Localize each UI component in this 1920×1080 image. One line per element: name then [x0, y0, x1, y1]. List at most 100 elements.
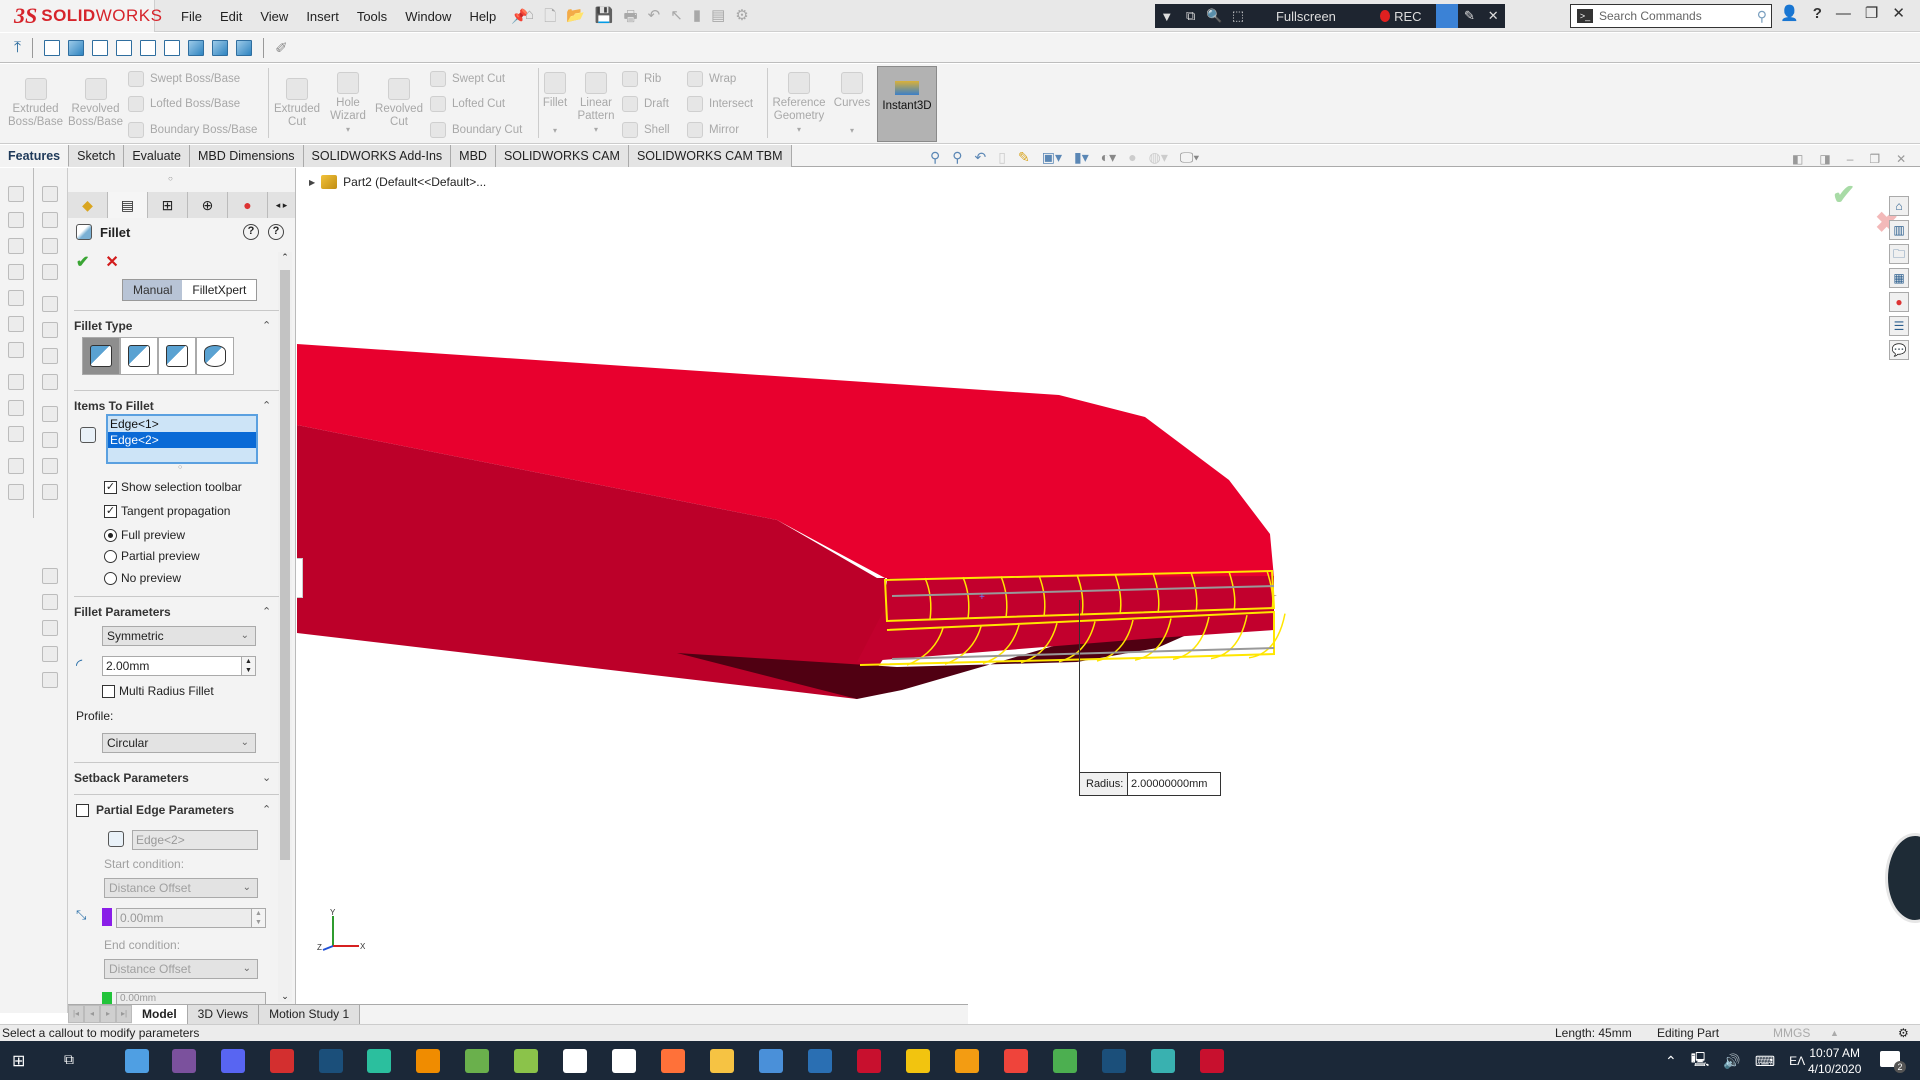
task-app-icon-obs[interactable] [563, 1049, 587, 1073]
extruded-cut-button[interactable]: Extruded Cut [272, 78, 322, 129]
task-app-icon-vlc[interactable] [416, 1049, 440, 1073]
recorder-window-icon[interactable]: ⧉ [1179, 8, 1203, 24]
hole-wizard-button[interactable]: Hole Wizard ▾ [324, 72, 372, 136]
radius-spinner[interactable]: ▲ ▼ [241, 657, 255, 675]
sketch-cube-icon[interactable] [8, 316, 24, 332]
task-app-icon-trocen[interactable] [125, 1049, 149, 1073]
taskbar-clock[interactable]: 10:07 AM 4/10/2020 [1808, 1045, 1861, 1077]
sketch-cube-icon[interactable] [8, 264, 24, 280]
recorder-dropdown-icon[interactable]: ▼ [1155, 9, 1179, 24]
curves-button[interactable]: Curves ▾ [832, 72, 872, 137]
recorder-rec-button[interactable]: REC [1394, 9, 1421, 24]
filletxpert-mode-button[interactable]: FilletXpert [182, 280, 257, 300]
unit-system-selector[interactable]: MMGS [1773, 1025, 1810, 1041]
scroll-down-icon[interactable]: ⌄ [278, 991, 292, 1002]
search-icon[interactable]: ⚲ [1757, 8, 1767, 25]
menu-file[interactable]: File [172, 9, 211, 24]
collapse-chevron-icon[interactable]: ⌃ [262, 399, 271, 412]
custom-properties-icon[interactable]: ☰ [1889, 316, 1909, 336]
print-icon[interactable]: 🖶 [624, 6, 638, 31]
task-app-icon-viber[interactable] [172, 1049, 196, 1073]
edit-appearance-icon[interactable]: ● [1128, 149, 1136, 166]
start-offset-spinner[interactable]: ▲ ▼ [251, 909, 265, 927]
task-app-icon-puzzle[interactable] [514, 1049, 538, 1073]
last-tab-icon[interactable]: ▸| [116, 1005, 132, 1023]
collapse-chevron-icon[interactable]: ⌃ [262, 319, 271, 332]
end-condition-select[interactable]: Distance Offset ⌄ [104, 959, 258, 979]
task-app-icon-cinema4d[interactable] [808, 1049, 832, 1073]
task-app-icon-solidworks-2019[interactable] [857, 1049, 881, 1073]
variable-size-fillet-button[interactable] [120, 337, 158, 375]
task-app-icon-flash[interactable] [270, 1049, 294, 1073]
task-app-icon-steam-2[interactable] [1102, 1049, 1126, 1073]
task-app-icon-maya[interactable] [1151, 1049, 1175, 1073]
customize-status-icon[interactable]: ⚙ [1898, 1025, 1909, 1041]
mirror-button[interactable]: Mirror [687, 120, 739, 140]
task-app-icon-xbox[interactable] [1053, 1049, 1077, 1073]
trimetric-view-icon[interactable] [212, 39, 229, 56]
front-view-icon[interactable] [44, 39, 61, 56]
constant-size-fillet-button[interactable] [82, 337, 120, 375]
first-tab-icon[interactable]: |◂ [68, 1005, 84, 1023]
full-preview-radio[interactable]: Full preview [104, 528, 185, 542]
layer-icon[interactable] [8, 458, 24, 474]
confirm-check-icon[interactable]: ✔ [1832, 178, 1855, 211]
list-resize-handle[interactable]: ○ [178, 464, 182, 471]
panel-collapse-handle[interactable] [297, 558, 303, 598]
home-icon[interactable]: ⌂ [525, 6, 534, 31]
start-offset-input[interactable]: 0.00mm ▲ ▼ [116, 908, 266, 928]
boundary-cut-button[interactable]: Boundary Cut [430, 120, 522, 140]
right-view-icon[interactable] [116, 39, 133, 56]
select-icon[interactable]: ↖ [670, 6, 683, 31]
align-icon[interactable] [42, 186, 58, 202]
sketch-tool-icon[interactable] [8, 400, 24, 416]
show-selection-toolbar-checkbox[interactable]: ✓ Show selection toolbar [104, 480, 242, 494]
tab-mbd-dimensions[interactable]: MBD Dimensions [189, 145, 304, 167]
next-tab-icon[interactable]: ▸ [100, 1005, 116, 1023]
callout-value[interactable]: 2.00000000mm [1128, 773, 1207, 795]
sketch-tool-icon[interactable] [8, 374, 24, 390]
scroll-thumb[interactable] [280, 270, 290, 860]
tool-icon[interactable]: ✐ [275, 39, 288, 57]
units-up-arrow-icon[interactable]: ▲ [1830, 1025, 1839, 1041]
pm-vertical-scrollbar[interactable]: ⌃ ⌄ [278, 252, 292, 1002]
group-icon[interactable] [42, 322, 58, 338]
tab-scroll-arrows[interactable]: ◂ ▸ [268, 192, 296, 218]
menu-tools[interactable]: Tools [348, 9, 396, 24]
previous-view-icon[interactable]: ↶ [975, 149, 987, 166]
tab-solidworks-cam-tbm[interactable]: SOLIDWORKS CAM TBM [628, 145, 792, 167]
space-icon[interactable] [42, 672, 58, 688]
appearances-icon[interactable]: ● [1889, 292, 1909, 312]
language-indicator[interactable]: ΕΛ [1789, 1054, 1805, 1068]
tab-model[interactable]: Model [132, 1005, 188, 1024]
reference-geometry-button[interactable]: Reference Geometry ▾ [770, 72, 828, 136]
bottom-view-icon[interactable] [164, 39, 181, 56]
forum-icon[interactable]: 💬 [1889, 340, 1909, 360]
menu-edit[interactable]: Edit [211, 9, 251, 24]
collapse-chevron-icon[interactable]: ⌃ [262, 803, 271, 816]
face-fillet-button[interactable] [158, 337, 196, 375]
draft-button[interactable]: Draft [622, 94, 669, 114]
options-gear-icon[interactable]: ⚙ [735, 6, 748, 31]
view-settings-icon[interactable]: 🖵▾ [1180, 149, 1199, 166]
property-manager-tab[interactable]: ▤ [108, 192, 148, 218]
boundary-boss-button[interactable]: Boundary Boss/Base [128, 120, 257, 140]
task-app-icon-sticky[interactable] [906, 1049, 930, 1073]
align-left-icon[interactable] [42, 406, 58, 422]
display-manager-tab[interactable]: ● [228, 192, 268, 218]
full-round-fillet-button[interactable] [196, 337, 234, 375]
doc-restore-icon[interactable]: ❐ [1869, 152, 1880, 166]
minimize-icon[interactable]: — [1836, 5, 1851, 22]
lofted-cut-button[interactable]: Lofted Cut [430, 94, 505, 114]
task-app-icon-oculus[interactable] [612, 1049, 636, 1073]
tab-motion-study-1[interactable]: Motion Study 1 [259, 1005, 361, 1024]
partial-preview-radio[interactable]: Partial preview [104, 549, 200, 563]
linear-pattern-button[interactable]: Linear Pattern ▾ [575, 72, 617, 136]
file-explorer-icon[interactable]: 🗀 [1889, 244, 1909, 264]
tab-mbd[interactable]: MBD [451, 145, 496, 167]
undo-icon[interactable]: ↶ [648, 6, 661, 31]
fillet-method-select[interactable]: Symmetric ⌄ [102, 626, 256, 646]
task-app-icon-arrow[interactable] [367, 1049, 391, 1073]
prev-tab-icon[interactable]: ◂ [84, 1005, 100, 1023]
tab-features[interactable]: Features [0, 145, 70, 167]
